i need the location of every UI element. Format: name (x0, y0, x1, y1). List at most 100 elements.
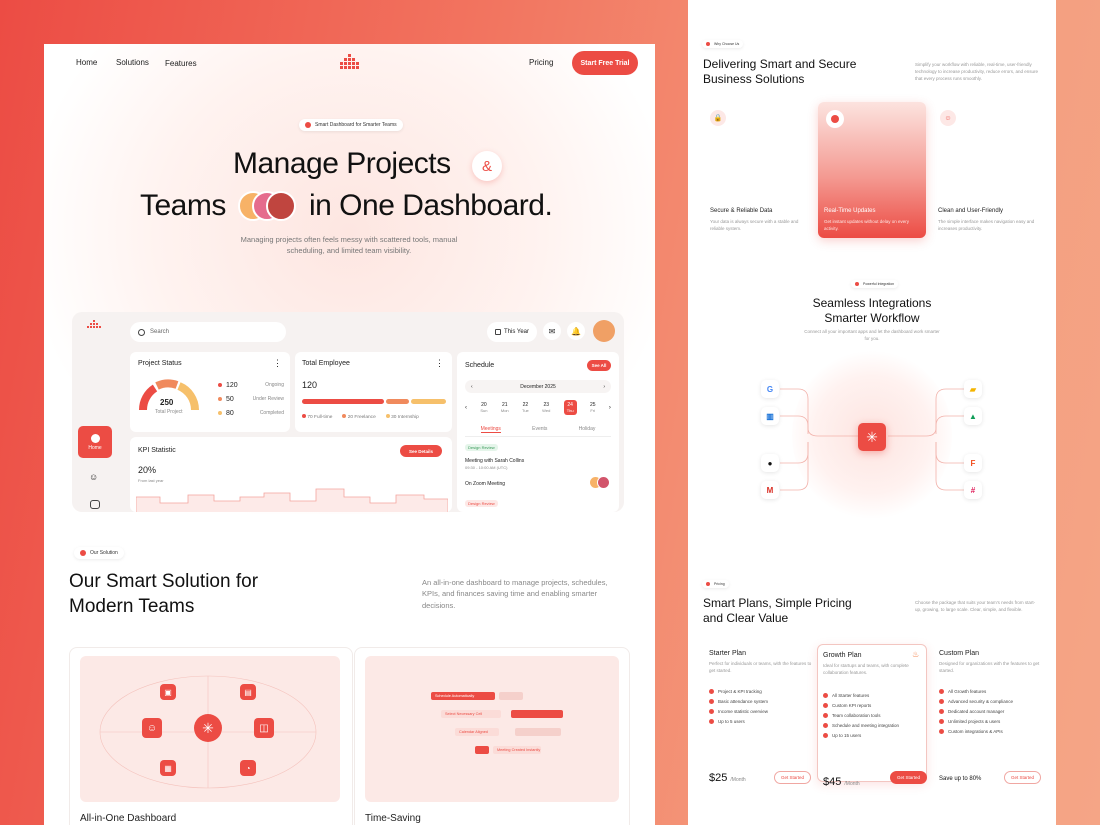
avatar (266, 191, 296, 221)
feature-card-dashboard: ▣ ▤ ☺ ✳ ◫ ▦ ◔ All-in-One Dashboard (69, 647, 353, 825)
get-started-button[interactable]: Get Started (1003, 771, 1041, 784)
section-badge: Powerful Integration (851, 280, 899, 288)
tab-events[interactable]: Events (532, 426, 547, 433)
dashboard-preview: Search This Year ✉ 🔔 Home ☺ Project Stat… (72, 312, 624, 512)
sidebar-item-home[interactable]: Home (78, 426, 112, 458)
lock-icon: 🔒 (710, 110, 726, 126)
total-employee-card: Total Employee ⋮ 120 70 Full-time 20 Fre… (295, 352, 452, 432)
hub-icon: ✳ (858, 423, 886, 451)
status-legend: 120 Ongoing 50 Under Review 80 Completed (218, 380, 284, 418)
logo-icon[interactable] (338, 54, 362, 72)
report-icon: ▦ (160, 760, 176, 776)
logo-icon (87, 320, 101, 328)
pricing-description: Choose the package that suits your team'… (915, 600, 1036, 612)
project-status-card: Project Status ⋮ 250 Total Project 120 On… (130, 352, 290, 432)
schedule-tabs: Meetings Events Holiday (465, 426, 611, 437)
schedule-card: Schedule See All ‹ December 2025 › ‹ 20 S… (457, 352, 619, 512)
employee-count: 120 (302, 380, 318, 390)
gantt-bar: Schedule Automatically (431, 692, 495, 700)
google-icon: G (761, 380, 779, 398)
see-all-button[interactable]: See All (587, 360, 611, 371)
why-card-title: Secure & Reliable Data (710, 208, 773, 214)
chevron-right-icon[interactable]: › (609, 405, 611, 411)
figma-icon: F (964, 454, 982, 472)
feature-title: All-in-One Dashboard (80, 813, 177, 824)
tab-meetings[interactable]: Meetings (480, 426, 501, 433)
sparkle-icon (80, 550, 86, 556)
folder-icon: ▰ (964, 380, 982, 398)
ampersand-badge: & (472, 151, 502, 181)
plan-card-starter: Starter Plan Perfect for individuals or … (709, 650, 815, 790)
chevron-left-icon[interactable]: ‹ (471, 384, 473, 390)
month-selector: ‹ December 2025 › (465, 380, 611, 393)
card-title: Project Status (138, 360, 182, 367)
hero-title-teams: Teams (140, 189, 226, 222)
github-icon: ● (761, 454, 779, 472)
day-cell[interactable]: 25 Fri (590, 402, 596, 413)
tab-holiday[interactable]: Holiday (579, 426, 596, 433)
chart-icon: ◔ (240, 760, 256, 776)
users-icon: ☺ (940, 110, 956, 126)
clock-icon (826, 110, 844, 128)
kpi-card: KPI Statistic See Details 20% From last … (130, 437, 452, 512)
total-projects: 250 (160, 398, 174, 407)
google-drive-icon: ▲ (964, 407, 982, 425)
nav-features[interactable]: Features (165, 59, 197, 68)
chevron-right-icon[interactable]: › (603, 384, 605, 390)
avatar-group (238, 190, 300, 222)
start-free-trial-button[interactable]: Start Free Trial (572, 51, 638, 75)
more-icon[interactable]: ⋮ (273, 358, 282, 369)
bag-icon: ◫ (254, 718, 274, 738)
feature-title: Time-Saving (365, 813, 421, 824)
get-started-button[interactable]: Get Started (889, 771, 927, 784)
bag-icon[interactable] (90, 500, 100, 509)
period-select[interactable]: This Year (487, 322, 537, 342)
solution-title: Our Smart Solution for Modern Teams (69, 571, 259, 617)
day-cell[interactable]: 20 Sun (480, 402, 487, 413)
section-badge: Why Choose Us (702, 40, 744, 48)
hero-badge: Smart Dashboard for Smarter Teams (299, 119, 403, 131)
avatar[interactable] (593, 320, 615, 342)
gmail-icon: M (761, 481, 779, 499)
nav-solutions[interactable]: Solutions (116, 58, 149, 67)
avatar-group (589, 476, 611, 489)
more-icon[interactable]: ⋮ (435, 358, 444, 369)
plan-card-custom: Custom Plan Designed for organizations w… (939, 650, 1045, 790)
users-icon[interactable]: ☺ (89, 472, 98, 482)
day-cell[interactable]: 23 Wed (542, 402, 550, 413)
nav-pricing[interactable]: Pricing (529, 58, 553, 67)
nav-home[interactable]: Home (76, 58, 97, 67)
employee-legend: 70 Full-time 20 Freelance 30 Internship (302, 414, 452, 420)
day-strip: ‹ 20 Sun 21 Mon 22 Tue 23 Wed 24 Thu 25 Fri › (465, 400, 611, 415)
day-cell-selected[interactable]: 24 Thu (563, 400, 577, 415)
day-cell[interactable]: 22 Tue (522, 402, 529, 413)
kpi-value: 20% (138, 465, 157, 475)
sparkle-icon (305, 122, 311, 128)
users-icon: ☺ (142, 718, 162, 738)
why-card-highlighted: Real-Time Updates Get instant updates wi… (818, 102, 926, 238)
landing-page-sections-panel: Why Choose Us Delivering Smart and Secur… (688, 0, 1056, 825)
landing-page-panel: Home Solutions Features Pricing Start Fr… (44, 44, 655, 825)
hero-title-line2: in One Dashboard. (309, 189, 553, 222)
plan-card-growth: Growth Plan Ideal for startups and teams… (823, 652, 929, 792)
bell-icon[interactable]: 🔔 (567, 322, 585, 340)
search-input[interactable]: Search (130, 322, 286, 342)
search-icon (138, 328, 145, 336)
slack-icon: # (964, 481, 982, 499)
employee-bar (302, 399, 446, 404)
day-cell[interactable]: 21 Mon (501, 402, 509, 413)
plan-price: $45 /Month (823, 776, 860, 788)
chat-icon[interactable]: ✉ (543, 322, 561, 340)
why-title: Delivering Smart and Secure Business Sol… (703, 57, 857, 86)
wallet-icon: ▤ (240, 684, 256, 700)
pricing-title: Smart Plans, Simple Pricing and Clear Va… (703, 596, 852, 625)
section-badge: Our Solution (74, 547, 124, 559)
meeting-title[interactable]: Meeting with Sarah Collins (465, 458, 524, 464)
meeting-tag: Design Review (465, 500, 498, 507)
see-details-button[interactable]: See Details (400, 445, 442, 457)
feature-card-time-saving: Schedule Automatically Select Necessary … (354, 647, 630, 825)
chevron-left-icon[interactable]: ‹ (465, 405, 467, 411)
gantt-bar (499, 692, 523, 700)
get-started-button[interactable]: Get Started (773, 771, 811, 784)
home-icon (90, 433, 100, 443)
